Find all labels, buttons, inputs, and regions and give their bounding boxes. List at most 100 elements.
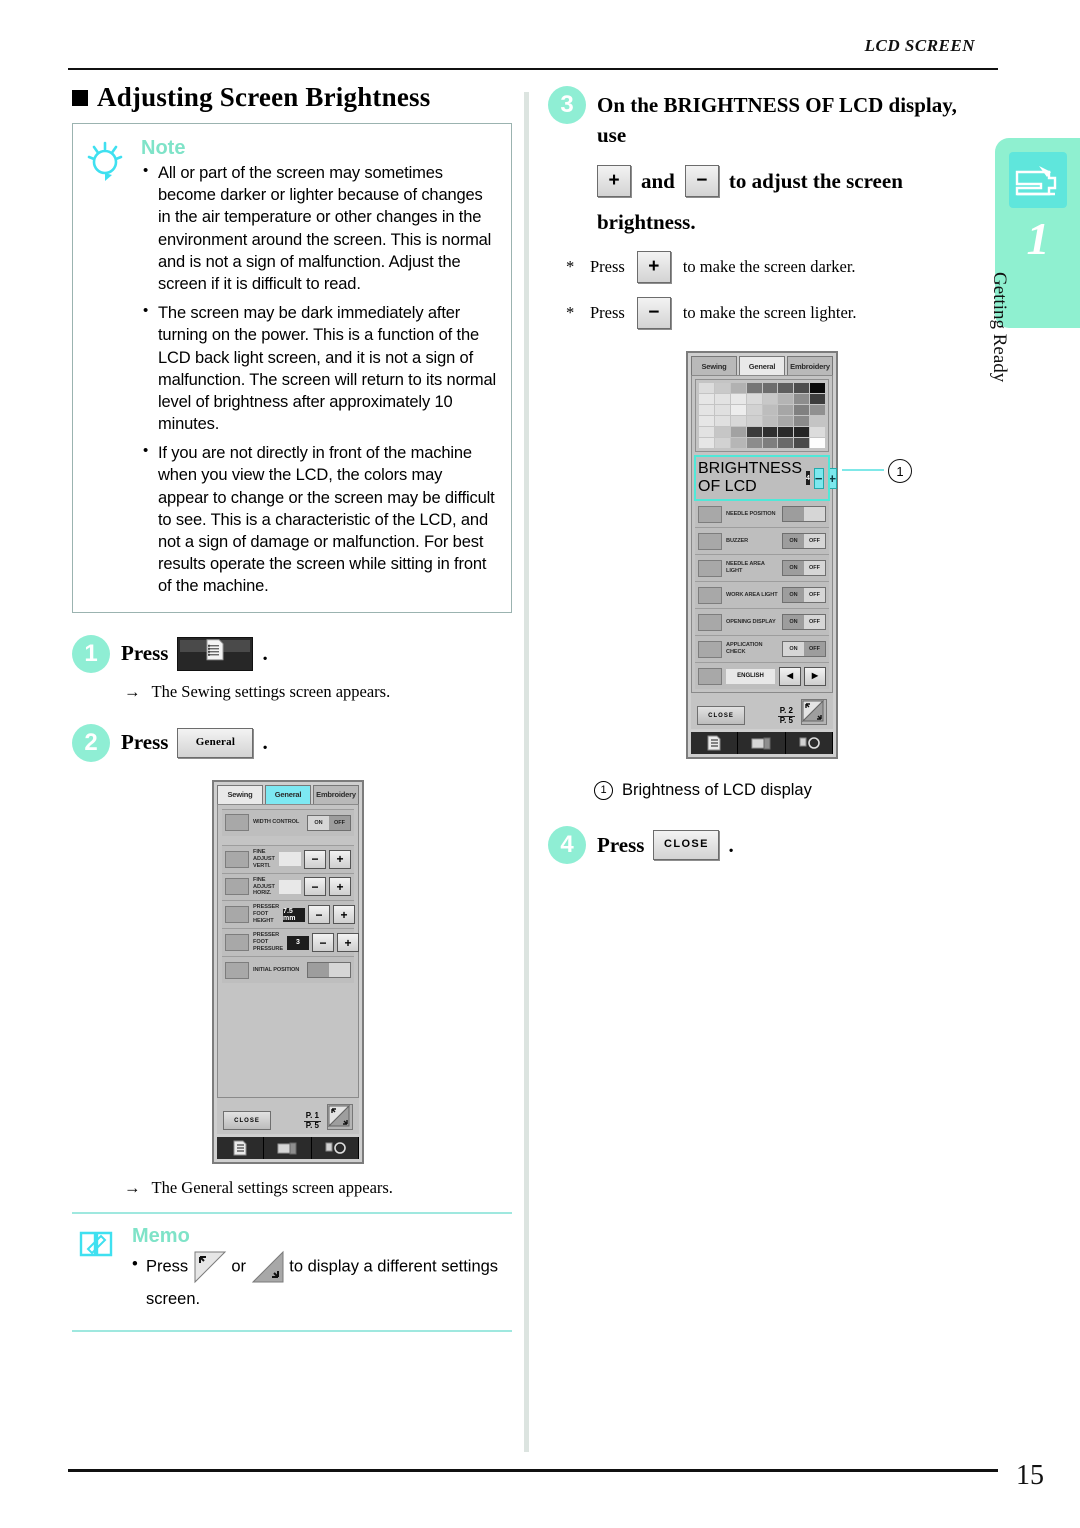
grayscale-cell bbox=[699, 427, 714, 438]
on-option[interactable]: ON bbox=[783, 534, 804, 549]
brightness-value: 4 bbox=[806, 471, 810, 486]
memo-callout: Memo • Press or to display a different s… bbox=[72, 1212, 512, 1332]
step-3: 3 On the BRIGHTNESS OF LCD display, use … bbox=[548, 86, 988, 237]
value-display: 3 bbox=[286, 935, 309, 950]
grayscale-cell bbox=[794, 438, 810, 449]
plus-button[interactable]: + bbox=[336, 933, 359, 953]
off-option[interactable]: OFF bbox=[329, 815, 350, 830]
on-option[interactable]: ON bbox=[308, 816, 329, 830]
lcd-toolbar-settings-icon[interactable] bbox=[217, 1137, 265, 1160]
fine-adjust-horiz-stepper[interactable]: − + bbox=[279, 877, 351, 897]
memo-text: • Press or to display a different settin… bbox=[132, 1250, 506, 1315]
step-2: 2 Press General . bbox=[72, 723, 512, 762]
lcd-page-indicator: P. 2 P. 5 bbox=[777, 706, 795, 726]
opening-display-icon bbox=[698, 613, 722, 631]
grayscale-cell bbox=[746, 416, 762, 427]
lcd-settings-list: BRIGHTNESS OF LCD 4 − + NEEDLE POSITION … bbox=[691, 375, 838, 694]
grayscale-cell bbox=[794, 383, 810, 394]
lcd-row-label: NEEDLE AREA LIGHT bbox=[726, 561, 765, 575]
brightness-minus-button[interactable]: − bbox=[813, 467, 824, 489]
lcd-toolbar-threading-icon[interactable] bbox=[312, 1137, 359, 1160]
minus-button[interactable]: − bbox=[311, 933, 334, 953]
initial-position-option-a[interactable] bbox=[308, 963, 329, 978]
lcd-row-brightness-of-lcd: BRIGHTNESS OF LCD 4 − + bbox=[694, 455, 838, 502]
minus-key-icon[interactable]: − bbox=[684, 164, 719, 197]
lcd-tab-sewing[interactable]: Sewing bbox=[217, 784, 263, 804]
application-check-onoff-toggle[interactable]: ON OFF bbox=[782, 641, 826, 658]
minus-button[interactable]: − bbox=[304, 849, 326, 869]
lcd-page-nav-button[interactable] bbox=[801, 699, 827, 726]
lcd-toolbar-settings-icon[interactable] bbox=[691, 732, 739, 755]
fine-adjust-verti-stepper[interactable]: − + bbox=[279, 849, 351, 869]
grayscale-cell bbox=[810, 405, 825, 416]
plus-key-icon[interactable]: + bbox=[597, 164, 631, 197]
lcd-page-nav-button[interactable] bbox=[327, 1104, 353, 1131]
needle-position-pair[interactable] bbox=[782, 506, 826, 523]
language-selector[interactable]: ◀ ▶ bbox=[779, 666, 826, 686]
general-button[interactable]: General bbox=[177, 727, 254, 758]
on-option[interactable]: ON bbox=[783, 561, 804, 576]
buzzer-onoff-toggle[interactable]: ON OFF bbox=[782, 533, 826, 550]
lcd-tab-sewing[interactable]: Sewing bbox=[691, 356, 737, 376]
plus-button[interactable]: + bbox=[333, 905, 356, 925]
on-option[interactable]: ON bbox=[783, 642, 804, 656]
lcd-tab-general[interactable]: General bbox=[739, 356, 785, 376]
press-label-2: Press bbox=[590, 303, 625, 323]
lcd-toolbar-threading-icon[interactable] bbox=[786, 732, 833, 755]
grayscale-cell bbox=[714, 383, 730, 394]
lcd-row-label: WORK AREA LIGHT bbox=[726, 591, 778, 598]
brightness-plus-button[interactable]: + bbox=[827, 467, 838, 489]
needle-up-option[interactable] bbox=[783, 507, 804, 522]
lcd-tab-embroidery[interactable]: Embroidery bbox=[787, 356, 833, 376]
on-option[interactable]: ON bbox=[783, 588, 804, 603]
opening-display-onoff-toggle[interactable]: ON OFF bbox=[782, 614, 826, 631]
language-next-button[interactable]: ▶ bbox=[804, 666, 826, 686]
language-prev-button[interactable]: ◀ bbox=[779, 666, 801, 686]
note-callout: Note All or part of the screen may somet… bbox=[72, 123, 512, 613]
lcd-close-button[interactable]: CLOSE bbox=[697, 706, 745, 726]
note-tail-2: to make the screen lighter. bbox=[682, 303, 857, 323]
grayscale-cell bbox=[699, 405, 714, 416]
plus-button[interactable]: + bbox=[329, 877, 351, 897]
brightness-label: BRIGHTNESS OF LCD bbox=[698, 460, 803, 496]
callout-caption-text: Brightness of LCD display bbox=[622, 781, 812, 800]
minus-key-icon[interactable]: − bbox=[636, 297, 671, 330]
settings-page-icon[interactable] bbox=[177, 636, 254, 671]
lcd-tab-embroidery[interactable]: Embroidery bbox=[313, 784, 359, 804]
lcd-toolbar-manual-icon[interactable] bbox=[264, 1137, 312, 1160]
close-button[interactable]: CLOSE bbox=[653, 830, 720, 861]
on-option[interactable]: ON bbox=[783, 615, 804, 630]
grayscale-cell bbox=[762, 383, 778, 394]
buzzer-icon bbox=[698, 532, 722, 550]
presser-foot-pressure-stepper[interactable]: 3 − + bbox=[286, 933, 359, 953]
lcd-row-label: APPLICATION CHECK bbox=[726, 642, 763, 656]
plus-key-icon[interactable]: + bbox=[636, 251, 671, 284]
language-value: ENGLISH bbox=[726, 668, 775, 684]
needle-down-option[interactable] bbox=[804, 507, 825, 521]
lcd-row-presser-foot-height: PRESSER FOOT HEIGHT 7.5 mm − + bbox=[222, 900, 356, 929]
initial-position-option-b[interactable] bbox=[329, 963, 350, 977]
off-option[interactable]: OFF bbox=[804, 642, 825, 657]
work-area-light-icon bbox=[698, 586, 722, 604]
page-title: Adjusting Screen Brightness bbox=[72, 82, 512, 113]
minus-button[interactable]: − bbox=[308, 905, 331, 925]
width-control-onoff-toggle[interactable]: ON OFF bbox=[307, 814, 351, 831]
prev-screen-triangle-icon[interactable] bbox=[193, 1250, 227, 1284]
step-2-text: Press General . bbox=[121, 727, 268, 758]
off-option[interactable]: OFF bbox=[804, 615, 825, 629]
grayscale-cell bbox=[794, 394, 810, 405]
next-screen-triangle-icon[interactable] bbox=[251, 1250, 285, 1284]
off-option[interactable]: OFF bbox=[804, 534, 825, 548]
work-area-light-onoff-toggle[interactable]: ON OFF bbox=[782, 587, 826, 604]
initial-position-pair[interactable] bbox=[307, 962, 351, 979]
needle-area-light-onoff-toggle[interactable]: ON OFF bbox=[782, 560, 826, 577]
plus-button[interactable]: + bbox=[329, 849, 351, 869]
minus-button[interactable]: − bbox=[304, 877, 326, 897]
off-option[interactable]: OFF bbox=[804, 561, 825, 575]
presser-foot-height-stepper[interactable]: 7.5 mm − + bbox=[283, 905, 356, 925]
off-option[interactable]: OFF bbox=[804, 588, 825, 602]
lcd-tab-general[interactable]: General bbox=[265, 784, 311, 804]
lcd-close-button[interactable]: CLOSE bbox=[223, 1111, 271, 1131]
lcd-toolbar-manual-icon[interactable] bbox=[738, 732, 786, 755]
value-display bbox=[279, 879, 301, 894]
